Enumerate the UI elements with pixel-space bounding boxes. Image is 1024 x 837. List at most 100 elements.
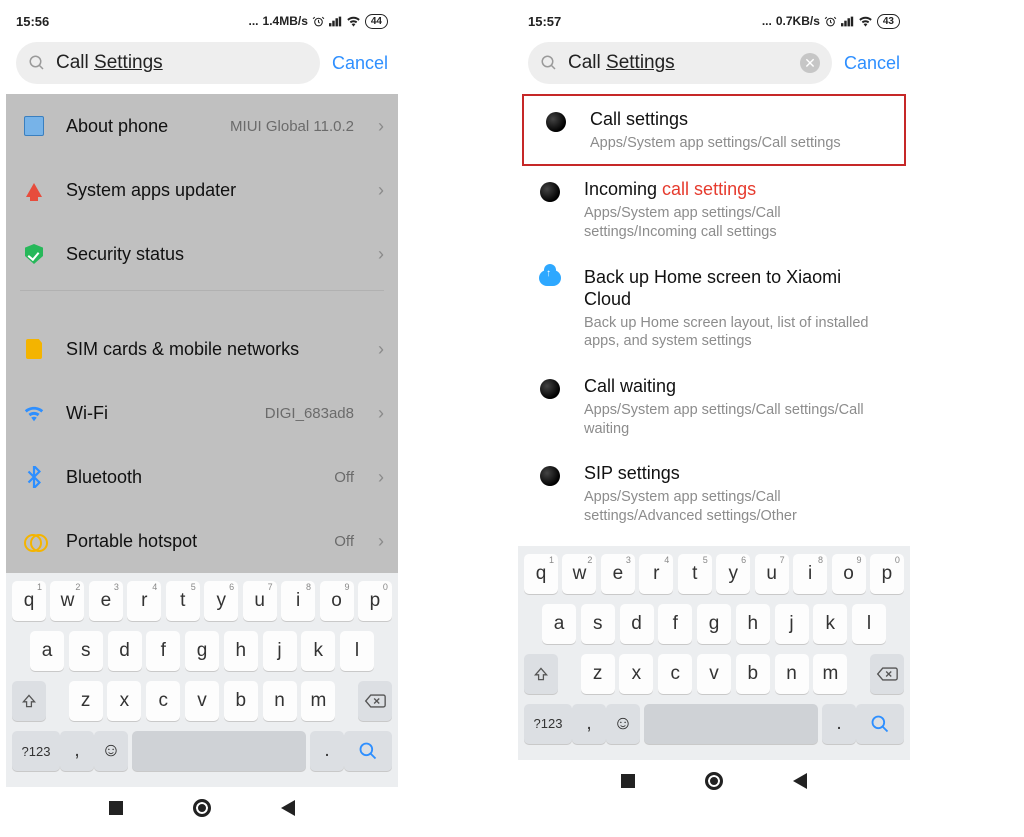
key-m[interactable]: m bbox=[813, 654, 847, 694]
key-k[interactable]: k bbox=[813, 604, 847, 644]
key-l[interactable]: l bbox=[340, 631, 374, 671]
result-call-settings[interactable]: Call settings Apps/System app settings/C… bbox=[524, 96, 904, 164]
key-e[interactable]: e3 bbox=[89, 581, 123, 621]
key-h[interactable]: h bbox=[224, 631, 258, 671]
row-system-apps-updater[interactable]: System apps updater › bbox=[6, 158, 398, 222]
key-n[interactable]: n bbox=[263, 681, 297, 721]
symbols-key[interactable]: ?123 bbox=[12, 731, 60, 771]
emoji-key[interactable]: ☺ bbox=[94, 731, 128, 771]
cancel-button[interactable]: Cancel bbox=[844, 53, 900, 74]
row-value: MIUI Global 11.0.2 bbox=[230, 118, 354, 135]
nav-back-icon[interactable] bbox=[281, 800, 295, 816]
key-o[interactable]: o9 bbox=[832, 554, 866, 594]
row-wifi[interactable]: Wi-Fi DIGI_683ad8 › bbox=[6, 381, 398, 445]
key-y[interactable]: y6 bbox=[716, 554, 750, 594]
signal-icon bbox=[841, 16, 854, 27]
key-j[interactable]: j bbox=[775, 604, 809, 644]
key-l[interactable]: l bbox=[852, 604, 886, 644]
key-k[interactable]: k bbox=[301, 631, 335, 671]
nav-recent-icon[interactable] bbox=[109, 801, 123, 815]
key-b[interactable]: b bbox=[224, 681, 258, 721]
key-s[interactable]: s bbox=[581, 604, 615, 644]
search-input[interactable]: Call Settings ✕ bbox=[528, 42, 832, 84]
key-w[interactable]: w2 bbox=[50, 581, 84, 621]
key-u[interactable]: u7 bbox=[755, 554, 789, 594]
comma-key[interactable]: , bbox=[60, 731, 94, 771]
key-h[interactable]: h bbox=[736, 604, 770, 644]
row-label: Portable hotspot bbox=[66, 531, 316, 552]
row-sim-networks[interactable]: SIM cards & mobile networks › bbox=[6, 317, 398, 381]
period-key[interactable]: . bbox=[310, 731, 344, 771]
shift-key[interactable] bbox=[12, 681, 46, 721]
chevron-right-icon: › bbox=[378, 116, 384, 137]
updater-icon bbox=[20, 183, 48, 197]
key-d[interactable]: d bbox=[108, 631, 142, 671]
shift-key[interactable] bbox=[524, 654, 558, 694]
result-backup-cloud[interactable]: Back up Home screen to Xiaomi Cloud Back… bbox=[518, 254, 910, 364]
clear-button[interactable]: ✕ bbox=[800, 53, 820, 73]
key-o[interactable]: o9 bbox=[320, 581, 354, 621]
key-g[interactable]: g bbox=[185, 631, 219, 671]
space-key[interactable] bbox=[644, 704, 818, 744]
emoji-key[interactable]: ☺ bbox=[606, 704, 640, 744]
key-d[interactable]: d bbox=[620, 604, 654, 644]
key-x[interactable]: x bbox=[619, 654, 653, 694]
row-portable-hotspot[interactable]: Portable hotspot Off › bbox=[6, 509, 398, 573]
space-key[interactable] bbox=[132, 731, 306, 771]
key-y[interactable]: y6 bbox=[204, 581, 238, 621]
key-a[interactable]: a bbox=[542, 604, 576, 644]
backspace-key[interactable] bbox=[358, 681, 392, 721]
key-r[interactable]: r4 bbox=[127, 581, 161, 621]
key-n[interactable]: n bbox=[775, 654, 809, 694]
row-security-status[interactable]: Security status › bbox=[6, 222, 398, 286]
key-q[interactable]: q1 bbox=[524, 554, 558, 594]
chevron-right-icon: › bbox=[378, 467, 384, 488]
divider bbox=[20, 290, 384, 291]
key-v[interactable]: v bbox=[697, 654, 731, 694]
key-z[interactable]: z bbox=[581, 654, 615, 694]
key-f[interactable]: f bbox=[146, 631, 180, 671]
backspace-key[interactable] bbox=[870, 654, 904, 694]
result-call-waiting[interactable]: Call waiting Apps/System app settings/Ca… bbox=[518, 363, 910, 450]
symbols-key[interactable]: ?123 bbox=[524, 704, 572, 744]
key-r[interactable]: r4 bbox=[639, 554, 673, 594]
key-z[interactable]: z bbox=[69, 681, 103, 721]
key-x[interactable]: x bbox=[107, 681, 141, 721]
key-a[interactable]: a bbox=[30, 631, 64, 671]
row-bluetooth[interactable]: Bluetooth Off › bbox=[6, 445, 398, 509]
key-b[interactable]: b bbox=[736, 654, 770, 694]
key-c[interactable]: c bbox=[146, 681, 180, 721]
key-t[interactable]: t5 bbox=[166, 581, 200, 621]
search-key[interactable] bbox=[856, 704, 904, 744]
key-j[interactable]: j bbox=[263, 631, 297, 671]
key-v[interactable]: v bbox=[185, 681, 219, 721]
key-m[interactable]: m bbox=[301, 681, 335, 721]
cancel-button[interactable]: Cancel bbox=[332, 53, 388, 74]
key-i[interactable]: i8 bbox=[793, 554, 827, 594]
nav-back-icon[interactable] bbox=[793, 773, 807, 789]
key-q[interactable]: q1 bbox=[12, 581, 46, 621]
period-key[interactable]: . bbox=[822, 704, 856, 744]
key-i[interactable]: i8 bbox=[281, 581, 315, 621]
nav-recent-icon[interactable] bbox=[621, 774, 635, 788]
key-c[interactable]: c bbox=[658, 654, 692, 694]
result-path: Apps/System app settings/Call settings/A… bbox=[584, 488, 892, 526]
result-incoming-call-settings[interactable]: Incoming call settings Apps/System app s… bbox=[518, 166, 910, 253]
key-p[interactable]: p0 bbox=[358, 581, 392, 621]
key-s[interactable]: s bbox=[69, 631, 103, 671]
comma-key[interactable]: , bbox=[572, 704, 606, 744]
key-w[interactable]: w2 bbox=[562, 554, 596, 594]
key-p[interactable]: p0 bbox=[870, 554, 904, 594]
search-key[interactable] bbox=[344, 731, 392, 771]
key-f[interactable]: f bbox=[658, 604, 692, 644]
chevron-right-icon: › bbox=[378, 180, 384, 201]
row-about-phone[interactable]: About phone MIUI Global 11.0.2 › bbox=[6, 94, 398, 158]
result-sip-settings[interactable]: SIP settings Apps/System app settings/Ca… bbox=[518, 450, 910, 537]
key-e[interactable]: e3 bbox=[601, 554, 635, 594]
search-input[interactable]: Call Settings bbox=[16, 42, 320, 84]
nav-home-icon[interactable] bbox=[705, 772, 723, 790]
key-t[interactable]: t5 bbox=[678, 554, 712, 594]
key-g[interactable]: g bbox=[697, 604, 731, 644]
nav-home-icon[interactable] bbox=[193, 799, 211, 817]
key-u[interactable]: u7 bbox=[243, 581, 277, 621]
